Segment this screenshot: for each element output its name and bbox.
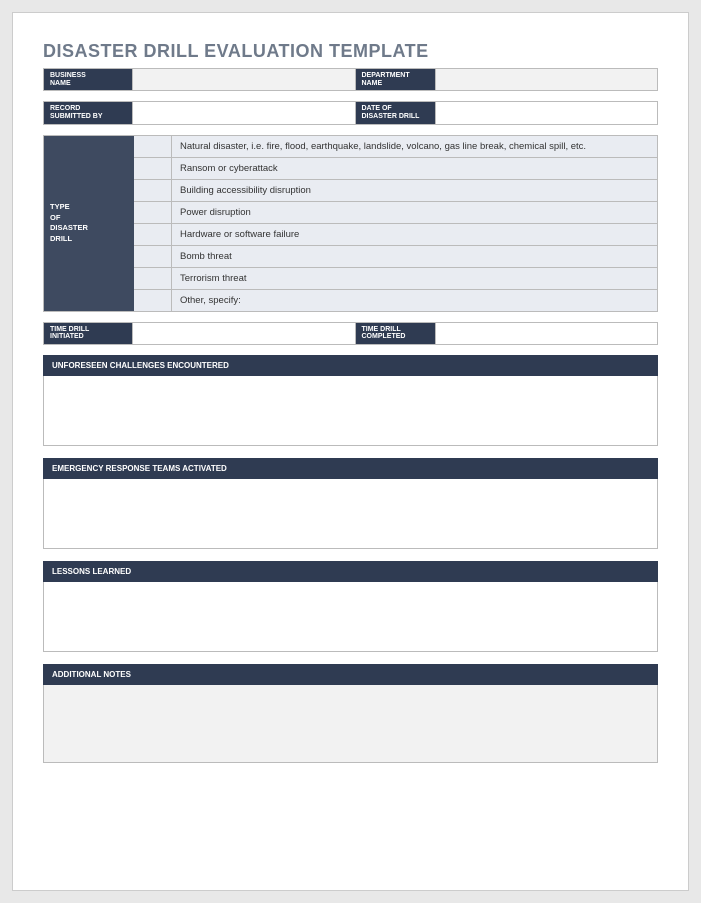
type-row: Building accessibility disruption bbox=[134, 180, 657, 202]
lessons-header: LESSONS LEARNED bbox=[43, 561, 658, 582]
type-row: Power disruption bbox=[134, 202, 657, 224]
type-option-text: Other, specify: bbox=[172, 290, 657, 311]
type-of-drill-label: TYPE OF DISASTER DRILL bbox=[44, 136, 134, 311]
response-teams-header: EMERGENCY RESPONSE TEAMS ACTIVATED bbox=[43, 458, 658, 479]
type-checkbox[interactable] bbox=[134, 290, 172, 311]
type-checkbox[interactable] bbox=[134, 246, 172, 267]
type-row: Other, specify: bbox=[134, 290, 657, 311]
row-business-dept: BUSINESS NAME DEPARTMENT NAME bbox=[43, 68, 658, 91]
document-page: DISASTER DRILL EVALUATION TEMPLATE BUSIN… bbox=[12, 12, 689, 891]
type-option-text: Terrorism threat bbox=[172, 268, 657, 289]
type-checkbox[interactable] bbox=[134, 202, 172, 223]
type-checkbox[interactable] bbox=[134, 268, 172, 289]
lessons-body[interactable] bbox=[43, 582, 658, 652]
section-notes: ADDITIONAL NOTES bbox=[43, 664, 658, 763]
time-initiated-label: TIME DRILL INITIATED bbox=[43, 322, 133, 345]
notes-header: ADDITIONAL NOTES bbox=[43, 664, 658, 685]
department-name-label: DEPARTMENT NAME bbox=[356, 68, 436, 91]
type-checkbox[interactable] bbox=[134, 180, 172, 201]
time-completed-label: TIME DRILL COMPLETED bbox=[356, 322, 436, 345]
section-response-teams: EMERGENCY RESPONSE TEAMS ACTIVATED bbox=[43, 458, 658, 549]
department-name-input[interactable] bbox=[436, 68, 659, 91]
unforeseen-header: UNFORESEEN CHALLENGES ENCOUNTERED bbox=[43, 355, 658, 376]
type-option-text: Ransom or cyberattack bbox=[172, 158, 657, 179]
date-of-drill-input[interactable] bbox=[436, 101, 659, 124]
type-option-text: Natural disaster, i.e. fire, flood, eart… bbox=[172, 136, 657, 157]
type-option-text: Bomb threat bbox=[172, 246, 657, 267]
business-name-label: BUSINESS NAME bbox=[43, 68, 133, 91]
row-record-date: RECORD SUBMITTED BY DATE OF DISASTER DRI… bbox=[43, 101, 658, 124]
row-time: TIME DRILL INITIATED TIME DRILL COMPLETE… bbox=[43, 322, 658, 345]
type-option-text: Building accessibility disruption bbox=[172, 180, 657, 201]
type-row: Hardware or software failure bbox=[134, 224, 657, 246]
type-checkbox[interactable] bbox=[134, 224, 172, 245]
type-options-list: Natural disaster, i.e. fire, flood, eart… bbox=[134, 136, 657, 311]
type-of-drill-block: TYPE OF DISASTER DRILL Natural disaster,… bbox=[43, 135, 658, 312]
unforeseen-body[interactable] bbox=[43, 376, 658, 446]
type-row: Terrorism threat bbox=[134, 268, 657, 290]
record-submitted-label: RECORD SUBMITTED BY bbox=[43, 101, 133, 124]
type-row: Bomb threat bbox=[134, 246, 657, 268]
response-teams-body[interactable] bbox=[43, 479, 658, 549]
page-title: DISASTER DRILL EVALUATION TEMPLATE bbox=[43, 41, 658, 62]
type-row: Natural disaster, i.e. fire, flood, eart… bbox=[134, 136, 657, 158]
record-submitted-input[interactable] bbox=[133, 101, 356, 124]
section-lessons: LESSONS LEARNED bbox=[43, 561, 658, 652]
type-option-text: Hardware or software failure bbox=[172, 224, 657, 245]
business-name-input[interactable] bbox=[133, 68, 356, 91]
type-option-text: Power disruption bbox=[172, 202, 657, 223]
section-unforeseen: UNFORESEEN CHALLENGES ENCOUNTERED bbox=[43, 355, 658, 446]
type-row: Ransom or cyberattack bbox=[134, 158, 657, 180]
date-of-drill-label: DATE OF DISASTER DRILL bbox=[356, 101, 436, 124]
notes-body[interactable] bbox=[43, 685, 658, 763]
type-checkbox[interactable] bbox=[134, 136, 172, 157]
time-initiated-input[interactable] bbox=[133, 322, 356, 345]
time-completed-input[interactable] bbox=[436, 322, 659, 345]
type-checkbox[interactable] bbox=[134, 158, 172, 179]
